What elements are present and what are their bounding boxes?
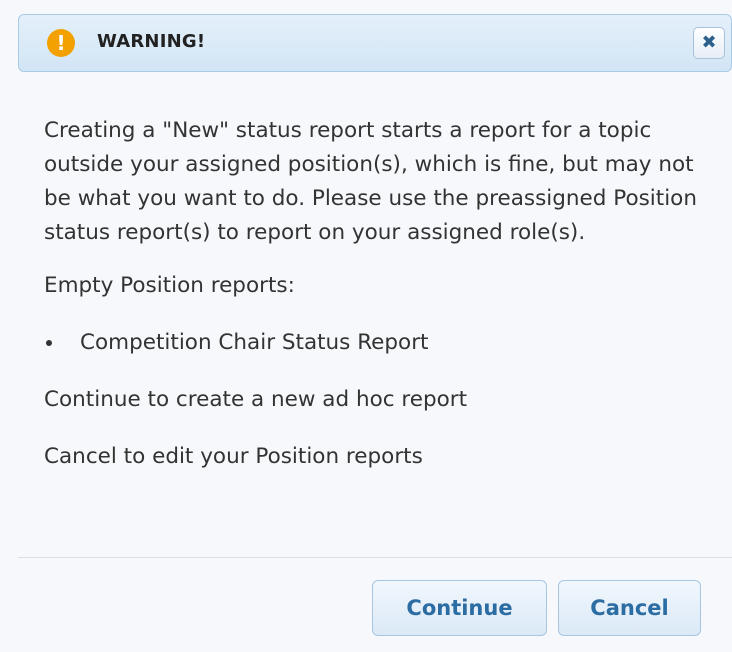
footer-divider xyxy=(18,557,732,558)
cancel-button[interactable]: Cancel xyxy=(558,580,701,636)
continue-hint: Continue to create a new ad hoc report xyxy=(44,387,468,412)
warning-dialog: ! WARNING! ✖ Creating a "New" status rep… xyxy=(0,0,732,652)
continue-button[interactable]: Continue xyxy=(372,580,547,636)
cancel-hint: Cancel to edit your Position reports xyxy=(44,444,423,469)
dialog-title: WARNING! xyxy=(97,31,206,52)
empty-reports-label: Empty Position reports: xyxy=(44,273,295,298)
dialog-body: Creating a "New" status report starts a … xyxy=(44,114,720,474)
intro-text: Creating a "New" status report starts a … xyxy=(44,118,697,245)
close-icon[interactable]: ✖ xyxy=(693,27,725,59)
bullet-dot xyxy=(46,340,52,346)
dialog-titlebar: ! WARNING! ✖ xyxy=(18,14,732,72)
list-item: Competition Chair Status Report xyxy=(44,326,720,360)
empty-reports-list: Competition Chair Status Report xyxy=(44,326,720,360)
list-item-label: Competition Chair Status Report xyxy=(80,330,429,355)
exclamation-circle-icon: ! xyxy=(47,29,75,57)
